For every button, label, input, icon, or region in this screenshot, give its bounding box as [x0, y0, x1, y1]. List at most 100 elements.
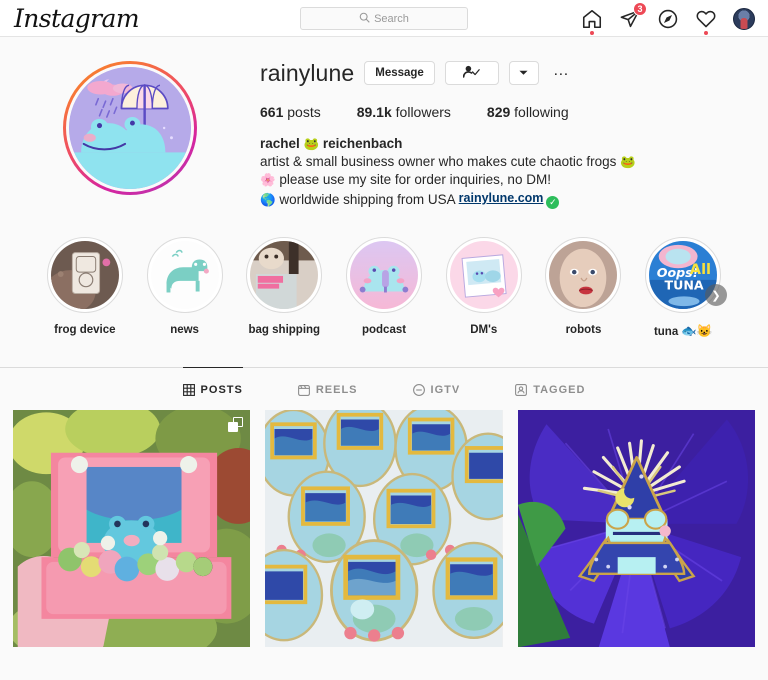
dms-polaroid-thumb	[449, 241, 518, 309]
profile-avatar-column	[0, 57, 260, 209]
blue-enamel-pin-batch-frog-window-art	[265, 410, 503, 648]
profile-info-column: rainylune Message … 661 posts 89.1k foll…	[260, 57, 768, 209]
highlight-news[interactable]: news	[135, 237, 235, 339]
fullname-last: reichenbach	[319, 136, 403, 151]
verified-check-icon: ✓	[546, 195, 560, 209]
instagram-logo[interactable]: Instagram	[14, 4, 140, 33]
tab-reels[interactable]: REELS	[297, 367, 358, 410]
profile-website-link[interactable]: rainylune.com	[459, 191, 544, 205]
profile-header: rainylune Message … 661 posts 89.1k foll…	[0, 37, 768, 209]
highlight-ring	[445, 237, 522, 313]
top-navbar: Instagram Search 3	[0, 0, 768, 37]
stat-following-value: 829	[486, 104, 511, 120]
bio-line-3-text: worldwide shipping from USA	[275, 192, 459, 207]
profile-username: rainylune	[260, 59, 355, 86]
highlight-ring	[545, 237, 622, 313]
more-options-icon[interactable]: …	[549, 62, 575, 84]
tab-posts[interactable]: POSTS	[182, 367, 243, 410]
highlight-label-text: tuna	[653, 325, 679, 338]
bio-line-2-text: please use my site for order inquiries, …	[275, 172, 551, 187]
dms-polaroid-art	[449, 241, 518, 309]
highlight-label: DM's	[470, 324, 498, 336]
profile-identity-row: rainylune Message …	[260, 57, 748, 89]
activity-dot	[703, 31, 708, 35]
bio-line-3: 🌎 worldwide shipping from USA rainylune.…	[260, 189, 748, 209]
highlight-ring	[146, 237, 223, 313]
svg-text:All: All	[690, 261, 711, 278]
blossom-emoji: 🌸	[260, 173, 276, 187]
pink-nintendo-ds-succulent-frog-art	[13, 410, 251, 648]
highlight-tuna[interactable]: Oops! All TUNA ❯ tuna 🐟😺	[633, 237, 733, 339]
message-button[interactable]: Message	[364, 61, 435, 85]
highlight-robots[interactable]: robots	[534, 237, 634, 339]
search-input[interactable]: Search	[300, 7, 468, 30]
search-placeholder: Search	[374, 12, 409, 25]
following-dropdown-button[interactable]	[508, 61, 539, 85]
tab-igtv[interactable]: IGTV	[412, 367, 461, 410]
frog-with-umbrella-illustration	[69, 67, 191, 189]
igtv-icon	[412, 384, 425, 396]
robot-mannequin-art	[549, 241, 618, 309]
profile-page: rainylune Message … 661 posts 89.1k foll…	[0, 37, 768, 648]
following-button[interactable]	[444, 61, 499, 85]
tab-tagged-label: TAGGED	[533, 384, 586, 396]
stat-posts[interactable]: 661 posts	[260, 104, 321, 120]
highlight-label: frog device	[54, 324, 116, 336]
bag-shipping-thumb	[250, 241, 319, 309]
stat-posts-value: 661	[260, 104, 284, 120]
tab-posts-label: POSTS	[200, 384, 243, 396]
highlight-ring	[246, 237, 323, 313]
profile-bio: rachel 🐸 reichenbach artist & small busi…	[260, 135, 748, 209]
profile-avatar-image	[66, 64, 194, 192]
frog-emoji: 🐸	[620, 155, 636, 169]
profile-avatar-story-ring[interactable]	[63, 61, 197, 195]
frog-device-thumb	[50, 241, 119, 309]
highlight-label: podcast	[361, 324, 407, 336]
explore-compass-icon[interactable]	[655, 6, 680, 31]
carousel-indicator-icon	[228, 417, 244, 432]
highlight-dms[interactable]: DM's	[434, 237, 534, 339]
stat-following[interactable]: 829 following	[487, 104, 569, 120]
profile-tabs-container: POSTS REELS IGTV TAGGED	[0, 367, 768, 410]
stat-following-label: following	[514, 104, 569, 120]
chevron-down-icon	[519, 69, 528, 78]
direct-messages-badge: 3	[633, 2, 647, 16]
stat-followers-label: followers	[395, 104, 451, 120]
reels-icon	[297, 384, 310, 396]
globe-emoji: 🌎	[260, 193, 276, 207]
highlight-bag-shipping[interactable]: bag shipping	[234, 237, 334, 339]
profile-fullname: rachel 🐸 reichenbach	[260, 135, 748, 153]
post-thumbnail-3[interactable]	[517, 410, 755, 648]
home-icon[interactable]	[579, 6, 604, 35]
profile-avatar-icon[interactable]	[731, 6, 756, 31]
highlight-label: tuna 🐟😺	[654, 324, 712, 339]
avatar	[732, 7, 755, 30]
bio-line-2: 🌸 please use my site for order inquiries…	[260, 171, 748, 189]
post-grid	[0, 410, 768, 648]
podcast-frog-art	[350, 241, 419, 309]
fullname-first: rachel	[260, 136, 304, 151]
post-thumbnail-2[interactable]	[265, 410, 503, 648]
news-frog-thumb	[150, 241, 219, 309]
profile-tabs: POSTS REELS IGTV TAGGED	[0, 367, 768, 410]
stat-posts-label: posts	[287, 104, 321, 120]
highlights-next-arrow-icon[interactable]: ❯	[705, 284, 728, 306]
tab-tagged[interactable]: TAGGED	[515, 367, 585, 410]
highlight-label: robots	[565, 324, 602, 336]
direct-messages-icon[interactable]: 3	[617, 2, 647, 31]
frog-emoji: 🐸	[303, 137, 320, 151]
stat-followers[interactable]: 89.1k followers	[357, 104, 451, 120]
highlight-ring	[346, 237, 423, 313]
wizard-frog-pin-on-purple-clematis-art	[517, 410, 755, 648]
tab-reels-label: REELS	[315, 384, 358, 396]
activity-heart-icon[interactable]	[693, 6, 718, 35]
frog-device-art	[50, 241, 119, 309]
highlight-podcast[interactable]: podcast	[334, 237, 434, 339]
bio-line-1-text: artist & small business owner who makes …	[260, 154, 621, 169]
story-highlights: frog device news bag shipping podcast DM…	[0, 209, 768, 339]
highlight-frog-device[interactable]: frog device	[35, 237, 135, 339]
grid-icon	[182, 384, 195, 396]
profile-stats: 661 posts 89.1k followers 829 following	[260, 104, 748, 120]
post-thumbnail-1[interactable]	[13, 410, 251, 648]
tab-igtv-label: IGTV	[430, 384, 461, 396]
